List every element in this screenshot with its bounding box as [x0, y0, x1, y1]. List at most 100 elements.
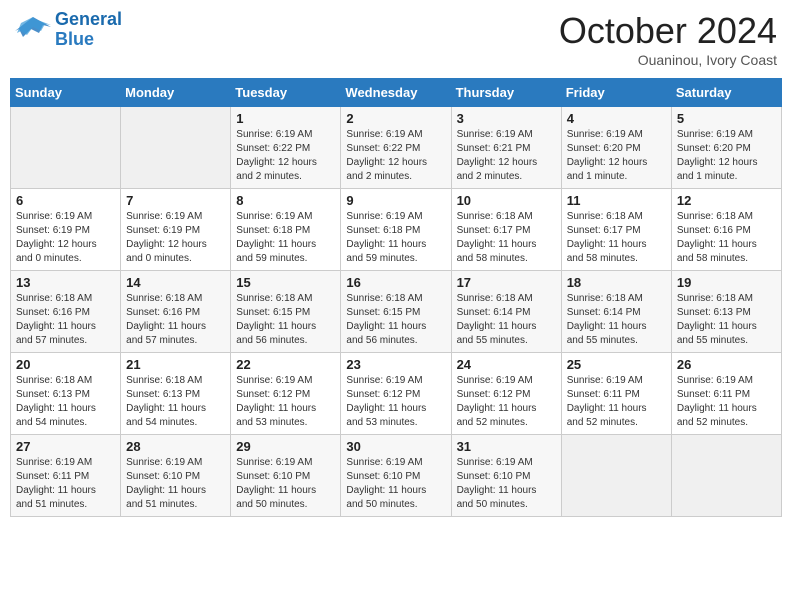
- month-title: October 2024: [559, 10, 777, 52]
- calendar-week-row: 6Sunrise: 6:19 AM Sunset: 6:19 PM Daylig…: [11, 189, 782, 271]
- calendar-cell: 9 Sunrise: 6:19 AM Sunset: 6:18 PM Daylig…: [341, 189, 451, 271]
- day-info: Sunrise: 6:19 AM Sunset: 6:19 PM Dayligh…: [16, 210, 115, 266]
- day-info: Sunrise: 6:19 AM Sunset: 6:12 PM Dayligh…: [236, 374, 335, 430]
- calendar-cell: 13 Sunrise: 6:18 AM Sunset: 6:16 PM Dayli…: [11, 271, 121, 353]
- day-number: 29: [236, 439, 335, 454]
- weekday-header: Wednesday: [341, 79, 451, 107]
- day-number: 3: [457, 111, 556, 126]
- day-info: Sunrise: 6:18 AM Sunset: 6:17 PM Dayligh…: [457, 210, 556, 266]
- day-number: 11: [567, 193, 666, 208]
- day-number: 16: [346, 275, 445, 290]
- calendar-cell: 12 Sunrise: 6:18 AM Sunset: 6:16 PM Dayli…: [671, 189, 781, 271]
- calendar-week-row: 1 Sunrise: 6:19 AM Sunset: 6:22 PM Daylig…: [11, 107, 782, 189]
- day-info: Sunrise: 6:19 AM Sunset: 6:20 PM Dayligh…: [567, 128, 666, 184]
- calendar-cell: [671, 435, 781, 517]
- calendar-cell: 17 Sunrise: 6:18 AM Sunset: 6:14 PM Dayli…: [451, 271, 561, 353]
- day-number: 23: [346, 357, 445, 372]
- weekday-header: Friday: [561, 79, 671, 107]
- day-info: Sunrise: 6:18 AM Sunset: 6:14 PM Dayligh…: [567, 292, 666, 348]
- day-info: Sunrise: 6:19 AM Sunset: 6:19 PM Dayligh…: [126, 210, 225, 266]
- day-number: 15: [236, 275, 335, 290]
- weekday-header: Thursday: [451, 79, 561, 107]
- calendar-week-row: 20 Sunrise: 6:18 AM Sunset: 6:13 PM Dayli…: [11, 353, 782, 435]
- calendar-cell: 5 Sunrise: 6:19 AM Sunset: 6:20 PM Daylig…: [671, 107, 781, 189]
- logo-blue: Blue: [55, 29, 94, 49]
- day-info: Sunrise: 6:19 AM Sunset: 6:20 PM Dayligh…: [677, 128, 776, 184]
- calendar-cell: 19 Sunrise: 6:18 AM Sunset: 6:13 PM Dayli…: [671, 271, 781, 353]
- day-number: 10: [457, 193, 556, 208]
- day-info: Sunrise: 6:18 AM Sunset: 6:17 PM Dayligh…: [567, 210, 666, 266]
- day-number: 19: [677, 275, 776, 290]
- page-header: General Blue October 2024 Ouaninou, Ivor…: [10, 10, 782, 68]
- day-number: 24: [457, 357, 556, 372]
- day-info: Sunrise: 6:18 AM Sunset: 6:16 PM Dayligh…: [126, 292, 225, 348]
- calendar-cell: 3 Sunrise: 6:19 AM Sunset: 6:21 PM Daylig…: [451, 107, 561, 189]
- calendar-table: SundayMondayTuesdayWednesdayThursdayFrid…: [10, 78, 782, 517]
- day-number: 14: [126, 275, 225, 290]
- calendar-week-row: 27 Sunrise: 6:19 AM Sunset: 6:11 PM Dayli…: [11, 435, 782, 517]
- calendar-cell: [121, 107, 231, 189]
- day-info: Sunrise: 6:19 AM Sunset: 6:10 PM Dayligh…: [457, 456, 556, 512]
- day-info: Sunrise: 6:18 AM Sunset: 6:13 PM Dayligh…: [677, 292, 776, 348]
- calendar-cell: 7 Sunrise: 6:19 AM Sunset: 6:19 PM Daylig…: [121, 189, 231, 271]
- logo: General Blue: [15, 10, 122, 50]
- calendar-week-row: 13 Sunrise: 6:18 AM Sunset: 6:16 PM Dayli…: [11, 271, 782, 353]
- day-number: 7: [126, 193, 225, 208]
- day-number: 8: [236, 193, 335, 208]
- day-number: 12: [677, 193, 776, 208]
- day-info: Sunrise: 6:19 AM Sunset: 6:11 PM Dayligh…: [677, 374, 776, 430]
- logo-general: General: [55, 9, 122, 29]
- day-info: Sunrise: 6:19 AM Sunset: 6:12 PM Dayligh…: [346, 374, 445, 430]
- calendar-cell: 28Sunrise: 6:19 AM Sunset: 6:10 PM Dayli…: [121, 435, 231, 517]
- calendar-cell: 23 Sunrise: 6:19 AM Sunset: 6:12 PM Dayli…: [341, 353, 451, 435]
- calendar-cell: 14 Sunrise: 6:18 AM Sunset: 6:16 PM Dayli…: [121, 271, 231, 353]
- day-info: Sunrise: 6:18 AM Sunset: 6:13 PM Dayligh…: [126, 374, 225, 430]
- day-info: Sunrise: 6:19 AM Sunset: 6:22 PM Dayligh…: [346, 128, 445, 184]
- day-info: Sunrise: 6:19 AM Sunset: 6:18 PM Dayligh…: [236, 210, 335, 266]
- calendar-cell: 8 Sunrise: 6:19 AM Sunset: 6:18 PM Daylig…: [231, 189, 341, 271]
- location-subtitle: Ouaninou, Ivory Coast: [559, 52, 777, 68]
- day-number: 18: [567, 275, 666, 290]
- calendar-cell: 25Sunrise: 6:19 AM Sunset: 6:11 PM Dayli…: [561, 353, 671, 435]
- calendar-cell: 1 Sunrise: 6:19 AM Sunset: 6:22 PM Daylig…: [231, 107, 341, 189]
- calendar-cell: 16 Sunrise: 6:18 AM Sunset: 6:15 PM Dayli…: [341, 271, 451, 353]
- weekday-header-row: SundayMondayTuesdayWednesdayThursdayFrid…: [11, 79, 782, 107]
- calendar-cell: 20 Sunrise: 6:18 AM Sunset: 6:13 PM Dayli…: [11, 353, 121, 435]
- day-info: Sunrise: 6:18 AM Sunset: 6:16 PM Dayligh…: [16, 292, 115, 348]
- calendar-cell: 18 Sunrise: 6:18 AM Sunset: 6:14 PM Dayli…: [561, 271, 671, 353]
- day-info: Sunrise: 6:18 AM Sunset: 6:13 PM Dayligh…: [16, 374, 115, 430]
- calendar-cell: 6Sunrise: 6:19 AM Sunset: 6:19 PM Daylig…: [11, 189, 121, 271]
- day-number: 31: [457, 439, 556, 454]
- calendar-cell: 4Sunrise: 6:19 AM Sunset: 6:20 PM Daylig…: [561, 107, 671, 189]
- day-info: Sunrise: 6:18 AM Sunset: 6:14 PM Dayligh…: [457, 292, 556, 348]
- weekday-header: Tuesday: [231, 79, 341, 107]
- weekday-header: Sunday: [11, 79, 121, 107]
- day-number: 22: [236, 357, 335, 372]
- day-number: 17: [457, 275, 556, 290]
- calendar-cell: 30Sunrise: 6:19 AM Sunset: 6:10 PM Dayli…: [341, 435, 451, 517]
- calendar-cell: [561, 435, 671, 517]
- calendar-cell: 31 Sunrise: 6:19 AM Sunset: 6:10 PM Dayli…: [451, 435, 561, 517]
- calendar-cell: [11, 107, 121, 189]
- weekday-header: Saturday: [671, 79, 781, 107]
- calendar-cell: 26Sunrise: 6:19 AM Sunset: 6:11 PM Dayli…: [671, 353, 781, 435]
- day-number: 13: [16, 275, 115, 290]
- day-number: 28: [126, 439, 225, 454]
- calendar-cell: 10 Sunrise: 6:18 AM Sunset: 6:17 PM Dayli…: [451, 189, 561, 271]
- day-info: Sunrise: 6:18 AM Sunset: 6:15 PM Dayligh…: [346, 292, 445, 348]
- day-info: Sunrise: 6:19 AM Sunset: 6:11 PM Dayligh…: [16, 456, 115, 512]
- day-info: Sunrise: 6:19 AM Sunset: 6:18 PM Dayligh…: [346, 210, 445, 266]
- day-number: 27: [16, 439, 115, 454]
- day-number: 30: [346, 439, 445, 454]
- day-number: 5: [677, 111, 776, 126]
- day-info: Sunrise: 6:18 AM Sunset: 6:16 PM Dayligh…: [677, 210, 776, 266]
- day-number: 9: [346, 193, 445, 208]
- day-info: Sunrise: 6:19 AM Sunset: 6:21 PM Dayligh…: [457, 128, 556, 184]
- day-info: Sunrise: 6:19 AM Sunset: 6:22 PM Dayligh…: [236, 128, 335, 184]
- calendar-cell: 29Sunrise: 6:19 AM Sunset: 6:10 PM Dayli…: [231, 435, 341, 517]
- day-info: Sunrise: 6:19 AM Sunset: 6:12 PM Dayligh…: [457, 374, 556, 430]
- day-number: 20: [16, 357, 115, 372]
- day-number: 21: [126, 357, 225, 372]
- logo-icon: [15, 15, 51, 45]
- day-number: 1: [236, 111, 335, 126]
